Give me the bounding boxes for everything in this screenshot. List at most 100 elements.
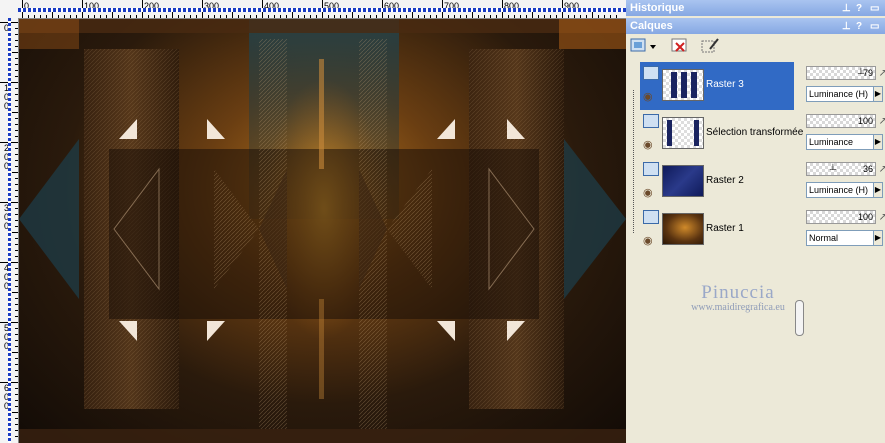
ruler-minor-tick <box>340 15 341 18</box>
ruler-minor-tick <box>15 376 18 377</box>
artwork <box>19 19 626 443</box>
blend-mode-select[interactable]: Normal <box>806 230 874 246</box>
ruler-minor-tick <box>15 388 18 389</box>
opacity-slider[interactable]: 100 <box>806 114 876 128</box>
opacity-slider[interactable]: 100 <box>806 210 876 224</box>
dropdown-arrow-icon[interactable]: ▶ <box>873 86 883 102</box>
layer-thumbnail <box>662 117 704 149</box>
layer-name: Raster 2 <box>706 175 744 186</box>
layer-row-raster-2[interactable]: ◉ Raster 2 <box>640 158 794 206</box>
ruler-minor-tick <box>544 15 545 18</box>
ruler-minor-tick <box>436 15 437 18</box>
layers-panel-title[interactable]: Calques ⊥ ? ▭ <box>626 18 885 34</box>
ruler-minor-tick <box>12 412 18 413</box>
opacity-value: 79 <box>862 68 873 78</box>
slider-thumb[interactable]: ⊥ <box>829 162 837 173</box>
blend-mode-select[interactable]: Luminance (H) <box>806 182 874 198</box>
ruler-minor-tick <box>12 172 18 173</box>
ruler-minor-tick <box>15 136 18 137</box>
ruler-minor-tick <box>12 352 18 353</box>
layer-visibility-icon[interactable] <box>643 66 659 80</box>
ruler-minor-tick <box>15 394 18 395</box>
eye-icon[interactable]: ◉ <box>643 234 653 247</box>
lock-icon[interactable]: ↗ <box>879 68 885 79</box>
restore-icon[interactable]: ▭ <box>870 1 879 17</box>
layer-name: Sélection transformée <box>706 127 804 138</box>
ruler-minor-tick <box>418 15 419 18</box>
ruler-minor-tick <box>15 418 18 419</box>
ruler-minor-tick <box>15 238 18 239</box>
eye-icon[interactable]: ◉ <box>643 186 653 199</box>
ruler-minor-tick <box>15 196 18 197</box>
help-icon[interactable]: ? <box>856 1 862 17</box>
ruler-minor-tick <box>124 15 125 18</box>
ruler-minor-tick <box>15 160 18 161</box>
dropdown-arrow-icon[interactable]: ▶ <box>873 182 883 198</box>
lock-icon[interactable]: ↗ <box>879 212 885 223</box>
watermark-title: Pinuccia <box>701 282 775 303</box>
ruler-minor-tick <box>15 70 18 71</box>
ruler-minor-tick <box>484 15 485 18</box>
pin-icon[interactable]: ⊥ <box>842 1 851 17</box>
lock-icon[interactable]: ↗ <box>879 116 885 127</box>
panel-splitter[interactable] <box>794 62 804 443</box>
new-layer-icon[interactable] <box>630 37 656 55</box>
help-icon[interactable]: ? <box>856 19 862 35</box>
ruler-minor-tick <box>268 15 269 18</box>
ruler-minor-tick <box>15 184 18 185</box>
ruler-minor-tick <box>526 15 527 18</box>
layer-visibility-icon[interactable] <box>643 162 659 176</box>
layer-props-raster-1: 100 ↗ Normal ▶ <box>805 206 885 254</box>
blend-mode-select[interactable]: Luminance <box>806 134 874 150</box>
image-canvas[interactable] <box>19 19 626 443</box>
ruler-minor-tick <box>286 15 287 18</box>
opacity-value: 100 <box>857 116 873 126</box>
ruler-minor-tick <box>15 436 18 437</box>
delete-layer-icon[interactable] <box>670 37 690 55</box>
layers-title-text: Calques <box>630 20 673 32</box>
ruler-minor-tick <box>15 424 18 425</box>
pin-icon[interactable]: ⊥ <box>842 19 851 35</box>
history-panel-title[interactable]: Historique ⊥ ? ▭ <box>626 0 885 16</box>
layer-visibility-icon[interactable] <box>643 114 659 128</box>
ruler-minor-tick <box>406 15 407 18</box>
ruler-minor-tick <box>304 15 305 18</box>
layer-properties-icon[interactable] <box>700 37 720 55</box>
dropdown-arrow-icon[interactable]: ▶ <box>873 230 883 246</box>
layer-row-raster-3[interactable]: ◉ Raster 3 <box>640 62 794 110</box>
ruler-minor-tick <box>358 15 359 18</box>
layer-row-selection[interactable]: ◉ Sélection transformée <box>640 110 803 158</box>
ruler-minor-tick <box>15 214 18 215</box>
ruler-minor-tick <box>76 15 77 18</box>
opacity-slider[interactable]: ⊥ 79 <box>806 66 876 80</box>
ruler-minor-tick <box>196 15 197 18</box>
blend-mode-select[interactable]: Luminance (H) <box>806 86 874 102</box>
ruler-minor-tick <box>15 130 18 131</box>
eye-icon[interactable]: ◉ <box>643 138 653 151</box>
lock-icon[interactable]: ↗ <box>879 164 885 175</box>
restore-icon[interactable]: ▭ <box>870 19 879 35</box>
ruler-minor-tick <box>370 15 371 18</box>
opacity-slider[interactable]: ⊥ 36 <box>806 162 876 176</box>
ruler-minor-tick <box>15 208 18 209</box>
ruler-minor-tick <box>538 15 539 18</box>
ruler-minor-tick <box>15 58 18 59</box>
layers-list: ◉ Raster 3 ◉ Sélection transformée ◉ Ras… <box>640 62 803 254</box>
ruler-minor-tick <box>574 15 575 18</box>
ruler-minor-tick <box>52 12 53 18</box>
ruler-minor-tick <box>616 15 617 18</box>
layer-visibility-icon[interactable] <box>643 210 659 224</box>
eye-icon[interactable]: ◉ <box>643 90 653 103</box>
ruler-minor-tick <box>346 15 347 18</box>
ruler-minor-tick <box>220 15 221 18</box>
ruler-minor-tick <box>15 370 18 371</box>
ruler-minor-tick <box>28 15 29 18</box>
ruler-minor-tick <box>148 15 149 18</box>
ruler-minor-tick <box>466 15 467 18</box>
layer-props-raster-2: ⊥ 36 ↗ Luminance (H) ▶ <box>805 158 885 206</box>
dropdown-arrow-icon[interactable]: ▶ <box>873 134 883 150</box>
watermark: Pinuccia www.maidiregrafica.eu <box>668 282 808 313</box>
ruler-minor-tick <box>15 40 18 41</box>
ruler-minor-tick <box>88 15 89 18</box>
layer-row-raster-1[interactable]: ◉ Raster 1 <box>640 206 794 254</box>
